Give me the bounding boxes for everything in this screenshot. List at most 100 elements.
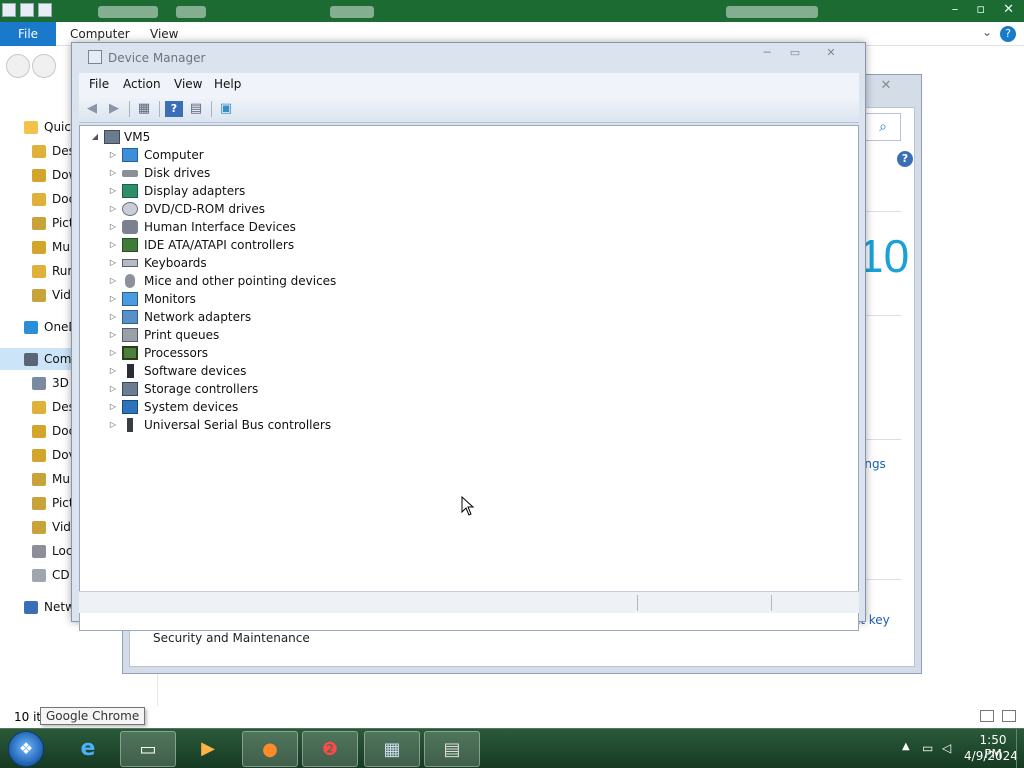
help-icon[interactable]: ? (897, 151, 913, 167)
expand-arrow-icon[interactable]: ▷ (108, 254, 118, 272)
device-category-icon (122, 148, 138, 162)
device-category-icon (127, 364, 134, 378)
device-manager-titlebar: Device Manager ─ ▭ ✕ (72, 43, 865, 73)
tree-category-label: Network adapters (144, 310, 252, 324)
device-category-icon (122, 238, 138, 252)
tree-category-label: Storage controllers (144, 382, 259, 396)
media-player-icon[interactable]: ▶ (180, 731, 236, 767)
large-icons-view-icon[interactable] (1002, 710, 1016, 722)
expand-arrow-icon[interactable]: ▷ (108, 362, 118, 380)
minimize-button[interactable]: – (952, 2, 959, 17)
device-category-icon (122, 220, 138, 234)
control-panel-icon[interactable]: ▦ (364, 731, 420, 767)
expand-arrow-icon[interactable]: ▷ (108, 326, 118, 344)
menu-help[interactable]: Help (214, 77, 241, 91)
tree-category-node[interactable]: ▷ Disk drives (108, 164, 428, 182)
sidebar-item-label: Vid (52, 520, 71, 534)
tree-category-label: IDE ATA/ATAPI controllers (144, 238, 295, 252)
ribbon-file-tab[interactable]: File (0, 22, 56, 46)
ribbon-computer-tab[interactable]: Computer (70, 27, 130, 41)
tree-category-label: Human Interface Devices (144, 220, 296, 234)
collapse-arrow-icon[interactable]: ◢ (90, 128, 100, 146)
file-explorer-icon[interactable]: ▭ (120, 731, 176, 767)
tree-category-label: DVD/CD-ROM drives (144, 202, 266, 216)
expand-arrow-icon[interactable]: ▷ (108, 182, 118, 200)
minimize-button[interactable]: ─ (753, 45, 781, 61)
device-category-icon (122, 328, 138, 342)
expand-arrow-icon[interactable]: ▷ (108, 146, 118, 164)
internet-explorer-icon[interactable]: e (60, 731, 116, 767)
expand-arrow-icon[interactable]: ▷ (108, 380, 118, 398)
scan-hardware-icon[interactable]: ▣ (217, 101, 235, 117)
search-icon[interactable]: ⌕ (865, 113, 901, 141)
tree-category-node[interactable]: ▷ IDE ATA/ATAPI controllers (108, 236, 428, 254)
expand-arrow-icon[interactable]: ▷ (108, 236, 118, 254)
start-button[interactable]: ❖ (8, 731, 44, 767)
forward-button[interactable] (32, 54, 56, 78)
expand-arrow-icon[interactable]: ▷ (108, 164, 118, 182)
forward-arrow-icon[interactable]: ▶ (105, 101, 123, 117)
show-hidden-icons-icon[interactable]: ▲ (902, 741, 910, 752)
details-view-icon[interactable] (980, 710, 994, 722)
expand-arrow-icon[interactable]: ▷ (108, 272, 118, 290)
computer-icon (104, 130, 120, 144)
tree-category-node[interactable]: ▷ Processors (108, 344, 428, 362)
network-icon (24, 601, 38, 614)
expand-arrow-icon[interactable]: ▷ (108, 218, 118, 236)
back-arrow-icon[interactable]: ◀ (83, 101, 101, 117)
tree-category-node[interactable]: ▷ DVD/CD-ROM drives (108, 200, 428, 218)
menu-file[interactable]: File (89, 77, 109, 91)
tree-category-node[interactable]: ▷ Human Interface Devices (108, 218, 428, 236)
ribbon-view-tab[interactable]: View (150, 27, 178, 41)
close-button[interactable]: ✕ (817, 45, 845, 61)
close-button[interactable]: ✕ (1003, 2, 1014, 17)
tree-category-node[interactable]: ▷ Keyboards (108, 254, 428, 272)
security-maintenance-link[interactable]: Security and Maintenance (153, 631, 310, 645)
expand-arrow-icon[interactable]: ▷ (108, 308, 118, 326)
device-manager-window: Device Manager ─ ▭ ✕ File Action View He… (71, 42, 866, 631)
app-2-icon[interactable]: ❷ (302, 731, 358, 767)
show-hide-console-tree-icon[interactable]: ▦ (135, 101, 153, 117)
customize-toolbar-icon[interactable] (38, 3, 52, 17)
expand-arrow-icon[interactable]: ▷ (108, 398, 118, 416)
expand-arrow-icon[interactable]: ▷ (108, 416, 118, 434)
new-folder-icon[interactable] (20, 3, 34, 17)
back-button[interactable] (6, 54, 30, 78)
tree-category-node[interactable]: ▷ Mice and other pointing devices (108, 272, 428, 290)
folder-icon (32, 425, 46, 438)
tree-category-node[interactable]: ▷ Print queues (108, 326, 428, 344)
help-icon[interactable]: ? (165, 101, 183, 117)
chevron-down-icon[interactable]: ⌄ (982, 25, 992, 39)
tree-category-node[interactable]: ▷ Universal Serial Bus controllers (108, 416, 428, 434)
tree-category-node[interactable]: ▷ Computer (108, 146, 428, 164)
tree-category-node[interactable]: ▷ Display adapters (108, 182, 428, 200)
toolbar: ◀ ▶ ▦ ? ▤ ▣ (79, 95, 859, 123)
tree-category-node[interactable]: ▷ Monitors (108, 290, 428, 308)
firefox-icon[interactable]: ● (242, 731, 298, 767)
expand-arrow-icon[interactable]: ▷ (108, 200, 118, 218)
maximize-button[interactable]: ▫ (976, 2, 985, 17)
status-divider (637, 595, 638, 611)
tree-category-node[interactable]: ▷ Software devices (108, 362, 428, 380)
network-icon[interactable]: ▭ (922, 741, 938, 755)
tree-category-node[interactable]: ▷ Network adapters (108, 308, 428, 326)
menu-view[interactable]: View (174, 77, 202, 91)
clock-date[interactable]: 4/9/2024 (962, 749, 1020, 763)
show-desktop-button[interactable] (1016, 729, 1024, 768)
toolbar-separator (159, 101, 160, 117)
tree-category-node[interactable]: ▷ System devices (108, 398, 428, 416)
close-icon[interactable]: ✕ (865, 78, 907, 96)
toolbar-separator (129, 101, 130, 117)
volume-icon[interactable]: ◁ (942, 741, 958, 755)
device-manager-taskbar-icon[interactable]: ▤ (424, 731, 480, 767)
tree-category-node[interactable]: ▷ Storage controllers (108, 380, 428, 398)
maximize-button[interactable]: ▭ (781, 45, 809, 61)
tree-root-node[interactable]: ◢ VM5 (90, 128, 390, 146)
expand-arrow-icon[interactable]: ▷ (108, 290, 118, 308)
properties-icon[interactable]: ▤ (187, 101, 205, 117)
expand-arrow-icon[interactable]: ▷ (108, 344, 118, 362)
properties-icon[interactable] (2, 3, 16, 17)
device-category-icon (122, 400, 138, 414)
menu-action[interactable]: Action (123, 77, 161, 91)
help-icon[interactable]: ? (1000, 26, 1016, 42)
